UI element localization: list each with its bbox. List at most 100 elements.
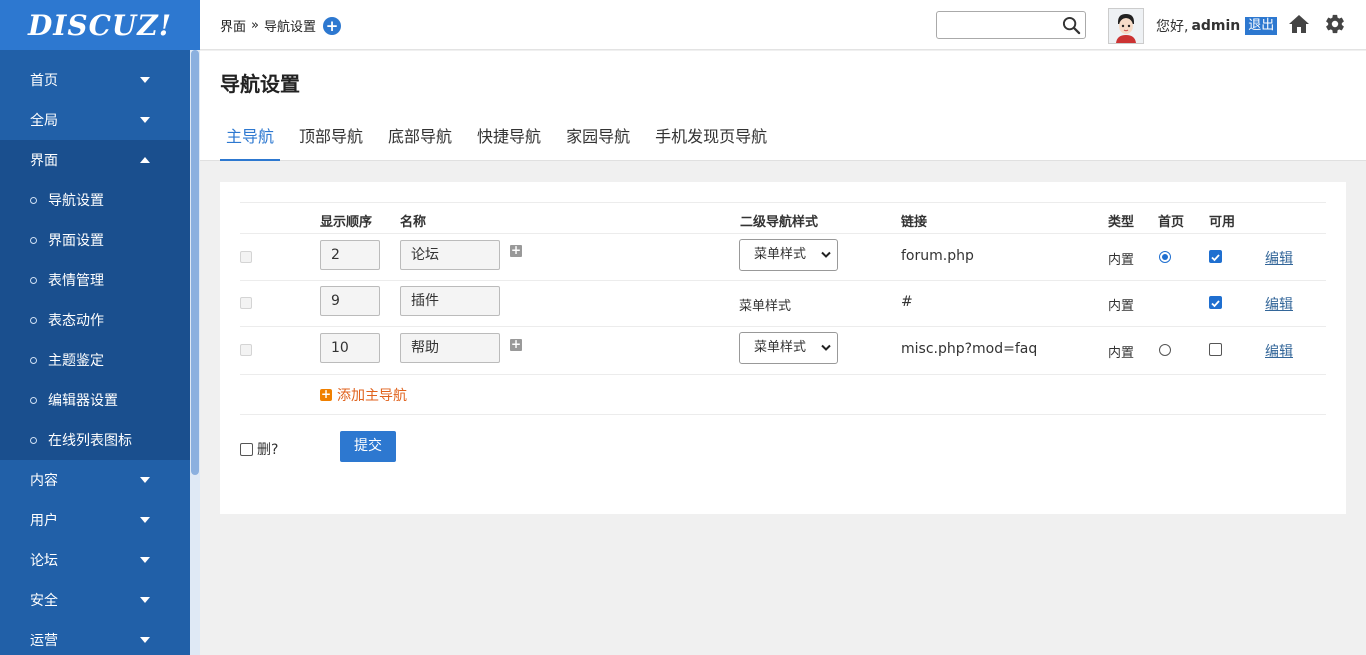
submenu-item-nav-settings[interactable]: 导航设置 xyxy=(0,180,190,220)
breadcrumb-current: 导航设置 xyxy=(263,20,316,35)
table-row: 10 帮助 + 菜单样式 misc.php?mod=faq 内置 编辑 xyxy=(240,326,1326,374)
user-greeting: 您好, admin 退出 xyxy=(1156,16,1278,36)
caret-up-icon xyxy=(140,157,150,163)
sidebar-item-security[interactable]: 安全 xyxy=(0,580,190,620)
link-text: misc.php?mod=faq xyxy=(901,341,1038,357)
name-input[interactable]: 论坛 xyxy=(400,240,500,270)
sidebar: DISCUZ! 首页 全局 界面 导航设置 界面设置 表情管理 表态动作 主题鉴… xyxy=(0,0,200,655)
name-input[interactable]: 插件 xyxy=(400,286,500,316)
tab-home-nav[interactable]: 家园导航 xyxy=(560,123,636,161)
logout-button[interactable]: 退出 xyxy=(1245,17,1278,35)
sidebar-scrollbar[interactable] xyxy=(190,50,200,655)
edit-link[interactable]: 编辑 xyxy=(1265,248,1293,268)
submenu-item-thread-stamps[interactable]: 主题鉴定 xyxy=(0,340,190,380)
link-text: forum.php xyxy=(901,248,974,264)
nav-tabs: 主导航 顶部导航 底部导航 快捷导航 家园导航 手机发现页导航 xyxy=(220,123,786,161)
home-radio[interactable] xyxy=(1159,344,1171,356)
username: admin xyxy=(1191,18,1241,34)
discuz-logo[interactable]: DISCUZ! xyxy=(0,0,200,50)
add-shortcut-icon[interactable]: + xyxy=(323,16,341,35)
col-header-subnav-style: 二级导航样式 xyxy=(740,215,819,230)
search-input[interactable] xyxy=(941,12,1059,38)
search-box xyxy=(936,11,1086,39)
enabled-checkbox[interactable] xyxy=(1209,343,1222,356)
table-header-row: 显示顺序 名称 二级导航样式 链接 类型 首页 可用 xyxy=(240,202,1326,233)
delete-toggle[interactable]: 删? xyxy=(240,439,278,459)
avatar[interactable] xyxy=(1108,8,1144,44)
home-radio[interactable] xyxy=(1159,251,1171,263)
submenu-item-interface-settings[interactable]: 界面设置 xyxy=(0,220,190,260)
top-header: 界面 » 导航设置 + 您好, admin 退出 xyxy=(200,0,1366,50)
submit-button[interactable]: 提交 xyxy=(340,431,396,462)
tab-footer-nav[interactable]: 底部导航 xyxy=(382,123,458,161)
delete-checkbox[interactable] xyxy=(240,442,253,456)
table-row: 2 论坛 + 菜单样式 forum.php 内置 编辑 xyxy=(240,233,1326,280)
type-text: 内置 xyxy=(1108,253,1135,268)
chevron-down-icon xyxy=(821,251,831,258)
enabled-checkbox[interactable] xyxy=(1209,296,1222,309)
row-select-checkbox xyxy=(240,344,252,356)
subnav-style-select[interactable]: 菜单样式 xyxy=(739,332,838,364)
submenu-item-reactions[interactable]: 表态动作 xyxy=(0,300,190,340)
check-icon xyxy=(1211,300,1220,308)
table-row: 9 插件 菜单样式 # 内置 编辑 xyxy=(240,280,1326,326)
sidebar-item-content[interactable]: 内容 xyxy=(0,460,190,500)
gear-icon[interactable] xyxy=(1324,13,1346,35)
bullet-icon xyxy=(30,236,37,244)
add-subnav-icon[interactable]: + xyxy=(510,244,522,257)
sidebar-item-interface[interactable]: 界面 xyxy=(0,140,190,180)
col-header-enabled: 可用 xyxy=(1209,215,1236,230)
col-header-name: 名称 xyxy=(400,215,427,230)
home-icon[interactable] xyxy=(1288,14,1310,34)
name-input[interactable]: 帮助 xyxy=(400,333,500,363)
submenu-item-emoticons[interactable]: 表情管理 xyxy=(0,260,190,300)
bullet-icon xyxy=(30,196,37,204)
check-icon xyxy=(1211,254,1220,262)
breadcrumb-parent[interactable]: 界面 xyxy=(220,16,246,35)
submenu-item-online-icons[interactable]: 在线列表图标 xyxy=(0,420,190,460)
row-select-checkbox xyxy=(240,251,252,263)
breadcrumb: 界面 » 导航设置 + xyxy=(220,16,341,35)
link-text: # xyxy=(901,294,913,310)
search-icon[interactable] xyxy=(1062,16,1081,35)
sidebar-item-home[interactable]: 首页 xyxy=(0,60,190,100)
order-input[interactable]: 10 xyxy=(320,333,380,363)
sidebar-menu: 首页 全局 界面 导航设置 界面设置 表情管理 表态动作 主题鉴定 编辑器设置 … xyxy=(0,60,190,655)
caret-down-icon xyxy=(140,637,150,643)
enabled-checkbox[interactable] xyxy=(1209,250,1222,263)
chevron-down-icon xyxy=(821,344,831,351)
type-text: 内置 xyxy=(1108,299,1135,314)
col-header-order: 显示顺序 xyxy=(320,215,373,230)
caret-down-icon xyxy=(140,557,150,563)
tab-mobile-discover-nav[interactable]: 手机发现页导航 xyxy=(649,123,773,161)
tab-quick-nav[interactable]: 快捷导航 xyxy=(471,123,547,161)
sidebar-item-users[interactable]: 用户 xyxy=(0,500,190,540)
add-row: + 添加主导航 xyxy=(240,374,1326,415)
col-header-link: 链接 xyxy=(901,215,928,230)
bullet-icon xyxy=(30,396,37,404)
submenu-item-editor-settings[interactable]: 编辑器设置 xyxy=(0,380,190,420)
order-input[interactable]: 9 xyxy=(320,286,380,316)
sidebar-item-global[interactable]: 全局 xyxy=(0,100,190,140)
sidebar-submenu: 导航设置 界面设置 表情管理 表态动作 主题鉴定 编辑器设置 在线列表图标 xyxy=(0,180,190,460)
page-header: 导航设置 主导航 顶部导航 底部导航 快捷导航 家园导航 手机发现页导航 xyxy=(200,51,1366,161)
edit-link[interactable]: 编辑 xyxy=(1265,341,1293,361)
bullet-icon xyxy=(30,276,37,284)
add-main-nav-link[interactable]: + 添加主导航 xyxy=(320,385,407,405)
subnav-style-select[interactable]: 菜单样式 xyxy=(739,239,838,271)
caret-down-icon xyxy=(140,597,150,603)
tab-main-nav[interactable]: 主导航 xyxy=(220,123,281,161)
caret-down-icon xyxy=(140,517,150,523)
add-subnav-icon[interactable]: + xyxy=(510,338,522,351)
bullet-icon xyxy=(30,316,37,324)
add-icon: + xyxy=(320,387,332,401)
tab-top-nav[interactable]: 顶部导航 xyxy=(293,123,369,161)
order-input[interactable]: 2 xyxy=(320,240,380,270)
scrollbar-thumb[interactable] xyxy=(191,50,199,475)
edit-link[interactable]: 编辑 xyxy=(1265,294,1293,314)
bullet-icon xyxy=(30,436,37,444)
page-title: 导航设置 xyxy=(220,72,300,96)
caret-down-icon xyxy=(140,477,150,483)
sidebar-item-forum[interactable]: 论坛 xyxy=(0,540,190,580)
sidebar-item-operations[interactable]: 运营 xyxy=(0,620,190,655)
